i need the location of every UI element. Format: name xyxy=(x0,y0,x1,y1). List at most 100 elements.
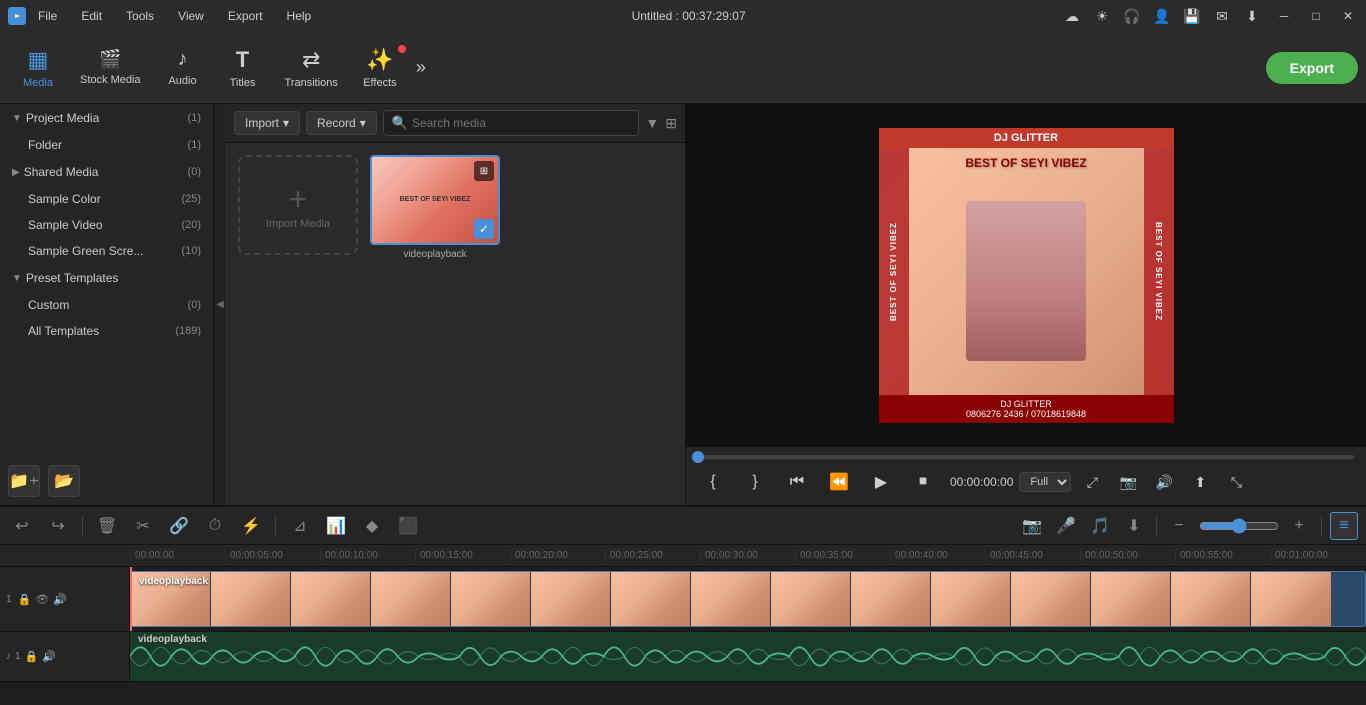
folder-button[interactable]: 📂 xyxy=(48,465,80,497)
app-logo xyxy=(8,7,26,25)
audio-duck-button[interactable]: 📊 xyxy=(322,512,350,540)
filter-icon[interactable]: ▼ xyxy=(645,115,659,131)
video-track-label: 1 🔒 👁 🔊 xyxy=(0,567,130,631)
titlebar: File Edit Tools View Export Help Untitle… xyxy=(0,0,1366,32)
delete-button[interactable]: 🗑 xyxy=(93,512,121,540)
clip-thumb-9 xyxy=(771,572,851,626)
record-button[interactable]: Record ▾ xyxy=(306,111,377,135)
preview-video: DJ GLITTER BEST OF SEYI VIBEZ B xyxy=(879,128,1174,423)
sun-icon[interactable]: ☀ xyxy=(1092,6,1112,26)
step-back-button[interactable]: ⏮ xyxy=(782,467,812,497)
keyframe-button[interactable]: ◆ xyxy=(358,512,386,540)
timeline-tracks: 00:00:00 00:00:05:00 00:00:10:00 00:00:1… xyxy=(0,545,1366,705)
mic-button[interactable]: 🎤 xyxy=(1052,512,1080,540)
toolbar-audio[interactable]: ♪ Audio xyxy=(153,42,213,93)
preview-content: DJ GLITTER BEST OF SEYI VIBEZ B xyxy=(879,128,1174,423)
list-view-button[interactable]: ≡ xyxy=(1330,512,1358,540)
menu-tools[interactable]: Tools xyxy=(122,7,158,25)
record-label: Record xyxy=(317,116,356,130)
sidebar-item-all-templates[interactable]: All Templates (189) xyxy=(4,319,209,343)
export-frame-button[interactable]: ⬆ xyxy=(1185,467,1215,497)
sidebar-item-project-media[interactable]: ▼ Project Media (1) xyxy=(4,105,209,131)
maximize-button[interactable]: □ xyxy=(1306,6,1326,26)
effects-label: Effects xyxy=(363,77,396,89)
grid-view-icon[interactable]: ⊞ xyxy=(665,115,677,132)
toolbar-transitions[interactable]: ⇄ Transitions xyxy=(273,41,350,95)
import-to-timeline-button[interactable]: ⬇ xyxy=(1120,512,1148,540)
search-box[interactable]: 🔍 xyxy=(383,110,640,136)
redo-button[interactable]: ↪ xyxy=(44,512,72,540)
sidebar-count-sample-video: (20) xyxy=(181,219,201,231)
toolbar-titles[interactable]: T Titles xyxy=(213,41,273,95)
resize-button[interactable]: ⤡ xyxy=(1221,467,1251,497)
trim-button[interactable]: ⚡ xyxy=(237,512,265,540)
minimize-button[interactable]: ─ xyxy=(1274,6,1294,26)
zoom-slider[interactable] xyxy=(1199,518,1279,534)
menu-help[interactable]: Help xyxy=(283,7,316,25)
tl-sep-2 xyxy=(275,516,276,536)
toolbar-media[interactable]: ▦ Media xyxy=(8,41,68,95)
menu-export[interactable]: Export xyxy=(224,7,267,25)
screenshot-button[interactable]: 📷 xyxy=(1113,467,1143,497)
tl-sep-4 xyxy=(1321,516,1322,536)
audio-lock-icon[interactable]: 🔒 xyxy=(25,650,39,663)
lock-icon[interactable]: 🔒 xyxy=(18,593,32,606)
undo-button[interactable]: ↩ xyxy=(8,512,36,540)
zoom-out-button[interactable]: − xyxy=(1165,512,1193,540)
toolbar-stock-media[interactable]: 🎬 Stock Media xyxy=(68,43,153,92)
speed-button[interactable]: ⏱ xyxy=(201,512,229,540)
save-icon[interactable]: 💾 xyxy=(1182,6,1202,26)
playhead[interactable] xyxy=(130,567,132,631)
volume-button[interactable]: 🔊 xyxy=(1149,467,1179,497)
avatar-icon[interactable]: 👤 xyxy=(1152,6,1172,26)
mark-in-button[interactable]: { xyxy=(698,467,728,497)
export-button[interactable]: Export xyxy=(1266,52,1358,84)
sidebar-item-sample-video[interactable]: Sample Video (20) xyxy=(4,213,209,237)
close-button[interactable]: ✕ xyxy=(1338,6,1358,26)
thumb-checkmark: ✓ xyxy=(474,219,494,239)
eye-icon[interactable]: 👁 xyxy=(35,593,49,606)
collapse-sidebar-button[interactable]: ◀ xyxy=(214,104,226,505)
crop-button[interactable]: ⬛ xyxy=(394,512,422,540)
progress-bar[interactable] xyxy=(698,455,1354,459)
camera-button[interactable]: 📷 xyxy=(1018,512,1046,540)
sidebar-item-custom[interactable]: Custom (0) xyxy=(4,293,209,317)
stock-media-icon: 🎬 xyxy=(99,49,121,70)
mute-icon[interactable]: 🔊 xyxy=(53,593,67,606)
sidebar-item-sample-green-screen[interactable]: Sample Green Scre... (10) xyxy=(4,239,209,263)
sidebar-item-shared-media[interactable]: ▶ Shared Media (0) xyxy=(4,159,209,185)
media-thumbnail[interactable]: BEST OF SEYI VIBEZ ⊞ ✓ xyxy=(370,155,500,245)
menu-file[interactable]: File xyxy=(34,7,61,25)
play-back-button[interactable]: ⏪ xyxy=(824,467,854,497)
split-button[interactable]: ⊿ xyxy=(286,512,314,540)
stop-button[interactable]: ⏹ xyxy=(908,467,938,497)
mail-icon[interactable]: ✉ xyxy=(1212,6,1232,26)
download-icon[interactable]: ⬇ xyxy=(1242,6,1262,26)
quality-select[interactable]: Full 1/2 1/4 xyxy=(1019,472,1071,492)
zoom-in-button[interactable]: + xyxy=(1285,512,1313,540)
sidebar-item-sample-color[interactable]: Sample Color (25) xyxy=(4,187,209,211)
add-folder-button[interactable]: 📁+ xyxy=(8,465,40,497)
cut-button[interactable]: ✂ xyxy=(129,512,157,540)
menu-view[interactable]: View xyxy=(174,7,208,25)
fullscreen-button[interactable]: ⤢ xyxy=(1077,467,1107,497)
toolbar-more-button[interactable]: » xyxy=(410,51,432,84)
video-clip[interactable]: videoplayback xyxy=(130,571,1366,627)
menu-edit[interactable]: Edit xyxy=(77,7,106,25)
import-placeholder-label: Import Media xyxy=(266,218,330,230)
play-button[interactable]: ▶ xyxy=(866,467,896,497)
media-item-videoplayback[interactable]: BEST OF SEYI VIBEZ ⊞ ✓ videoplayback xyxy=(370,155,500,260)
expand-arrow-preset-icon: ▼ xyxy=(12,273,22,284)
sidebar-item-folder[interactable]: Folder (1) xyxy=(4,133,209,157)
import-media-placeholder[interactable]: + Import Media xyxy=(238,155,358,255)
audio-settings-button[interactable]: 🎵 xyxy=(1086,512,1114,540)
plus-icon: + xyxy=(289,181,308,218)
audio-volume-icon[interactable]: 🔊 xyxy=(42,650,56,663)
sidebar-item-preset-templates[interactable]: ▼ Preset Templates xyxy=(4,265,209,291)
unlink-button[interactable]: 🔗 xyxy=(165,512,193,540)
mark-out-button[interactable]: } xyxy=(740,467,770,497)
import-button[interactable]: Import ▾ xyxy=(234,111,300,135)
cloud-icon[interactable]: ☁ xyxy=(1062,6,1082,26)
headphone-icon[interactable]: 🎧 xyxy=(1122,6,1142,26)
search-input[interactable] xyxy=(412,116,630,130)
